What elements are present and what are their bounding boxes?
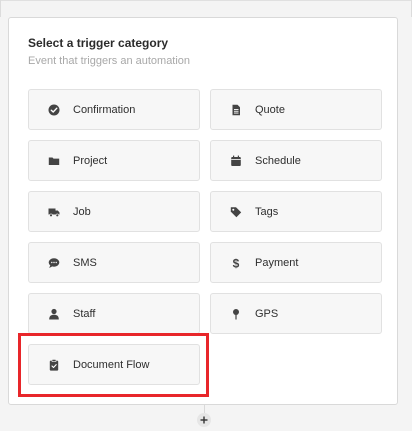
category-card-project[interactable]: Project [28,140,200,181]
category-card-payment[interactable]: $ Payment [210,242,382,283]
category-label: Confirmation [73,103,136,116]
dollar-icon: $ [229,256,243,270]
category-label: SMS [73,256,97,269]
tag-icon [229,205,243,219]
category-card-job[interactable]: Job [28,191,200,232]
category-label: Document Flow [73,358,150,371]
category-label: Project [73,154,108,167]
check-circle-icon [47,103,61,117]
add-step-button[interactable] [197,413,211,427]
calendar-icon [229,154,243,168]
top-border [0,0,412,1]
left-edge-line [0,0,1,17]
map-pin-icon [229,307,243,321]
clipboard-icon [47,358,61,372]
chat-bubble-icon [47,256,61,270]
category-label: Payment [255,256,299,269]
truck-icon [47,205,61,219]
category-card-confirmation[interactable]: Confirmation [28,89,200,130]
person-icon [47,307,61,321]
category-label: GPS [255,307,279,320]
category-card-tags[interactable]: Tags [210,191,382,232]
category-card-document-flow[interactable]: Document Flow [28,344,200,385]
category-card-sms[interactable]: SMS [28,242,200,283]
category-label: Schedule [255,154,301,167]
category-card-gps[interactable]: GPS [210,293,382,334]
category-card-schedule[interactable]: Schedule [210,140,382,181]
connector-line [204,405,205,413]
trigger-category-panel: Select a trigger category Event that tri… [8,17,398,405]
category-label: Staff [73,307,96,320]
folder-icon [47,154,61,168]
plus-icon [200,416,208,424]
category-label: Job [73,205,91,218]
category-card-staff[interactable]: Staff [28,293,200,334]
category-label: Quote [255,103,285,116]
panel-title: Select a trigger category [28,36,169,50]
category-label: Tags [255,205,279,218]
panel-subtitle: Event that triggers an automation [28,55,191,67]
svg-text:$: $ [233,257,240,269]
category-card-quote[interactable]: Quote [210,89,382,130]
document-icon [229,103,243,117]
